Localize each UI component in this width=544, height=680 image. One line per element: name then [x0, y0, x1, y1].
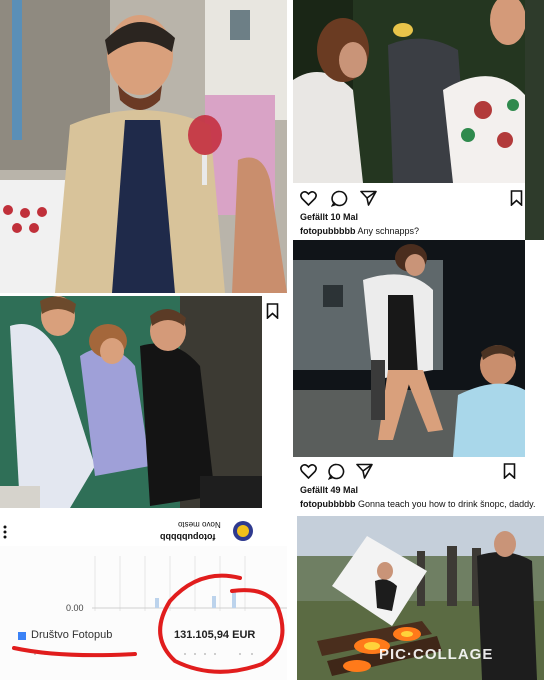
- pic-collage-watermark: PIC·COLLAGE: [379, 646, 494, 663]
- group-lying-image[interactable]: [0, 296, 262, 508]
- caption-text: Any schnapps?: [357, 226, 420, 236]
- post-caption: fotopubbbbb Any schnapps?: [300, 226, 419, 236]
- photo-party-wine: [0, 0, 287, 293]
- upside-down-location: Novo mesto: [178, 520, 221, 529]
- likes-count: Gefällt 10 Mal: [300, 212, 359, 222]
- avatar-icon[interactable]: [232, 520, 254, 542]
- instagram-post-snopc: Gefällt 49 Mal fotopubbbbb Gonna teach y…: [293, 240, 544, 515]
- caption-username[interactable]: fotopubbbbb: [300, 226, 355, 236]
- caption-text-2: Gonna teach you how to drink šnopc, dadd…: [358, 499, 536, 509]
- send-paper-plane-icon[interactable]: [360, 190, 377, 206]
- upside-down-username[interactable]: fotopubbbbb: [160, 532, 215, 542]
- photo-edge-strip: [525, 0, 544, 240]
- bookmark-icon-middle-left[interactable]: [266, 303, 279, 319]
- photo-bonfire: PIC·COLLAGE: [297, 516, 544, 680]
- send-paper-plane-icon-2[interactable]: [356, 463, 373, 479]
- comment-bubble-icon-2[interactable]: [328, 463, 345, 480]
- red-annotation-marks: [12, 573, 285, 674]
- bookmark-icon[interactable]: [510, 190, 523, 206]
- post-header-upside-down: fotopubbbbb Novo mesto: [0, 516, 287, 546]
- post-caption-2: fotopubbbbb Gonna teach you how to drink…: [300, 499, 535, 509]
- photo-group-lying: [0, 296, 287, 516]
- instagram-post-schnapps: Gefällt 10 Mal fotopubbbbb Any schnapps?: [293, 0, 525, 240]
- comment-bubble-icon[interactable]: [331, 190, 348, 207]
- like-heart-icon-2[interactable]: [300, 463, 317, 479]
- finance-app-panel: 0.00 Društvo Fotopub 131.105,94 EUR: [0, 546, 287, 680]
- bookmark-icon-2[interactable]: [503, 463, 516, 479]
- like-heart-icon[interactable]: [300, 190, 317, 206]
- snopc-photo[interactable]: [293, 240, 525, 457]
- caption-username-2[interactable]: fotopubbbbb: [300, 499, 355, 509]
- schnapps-photo[interactable]: [293, 0, 525, 183]
- party-wine-image: [0, 0, 287, 293]
- more-options-icon[interactable]: [3, 525, 7, 539]
- likes-count-2: Gefällt 49 Mal: [300, 485, 359, 495]
